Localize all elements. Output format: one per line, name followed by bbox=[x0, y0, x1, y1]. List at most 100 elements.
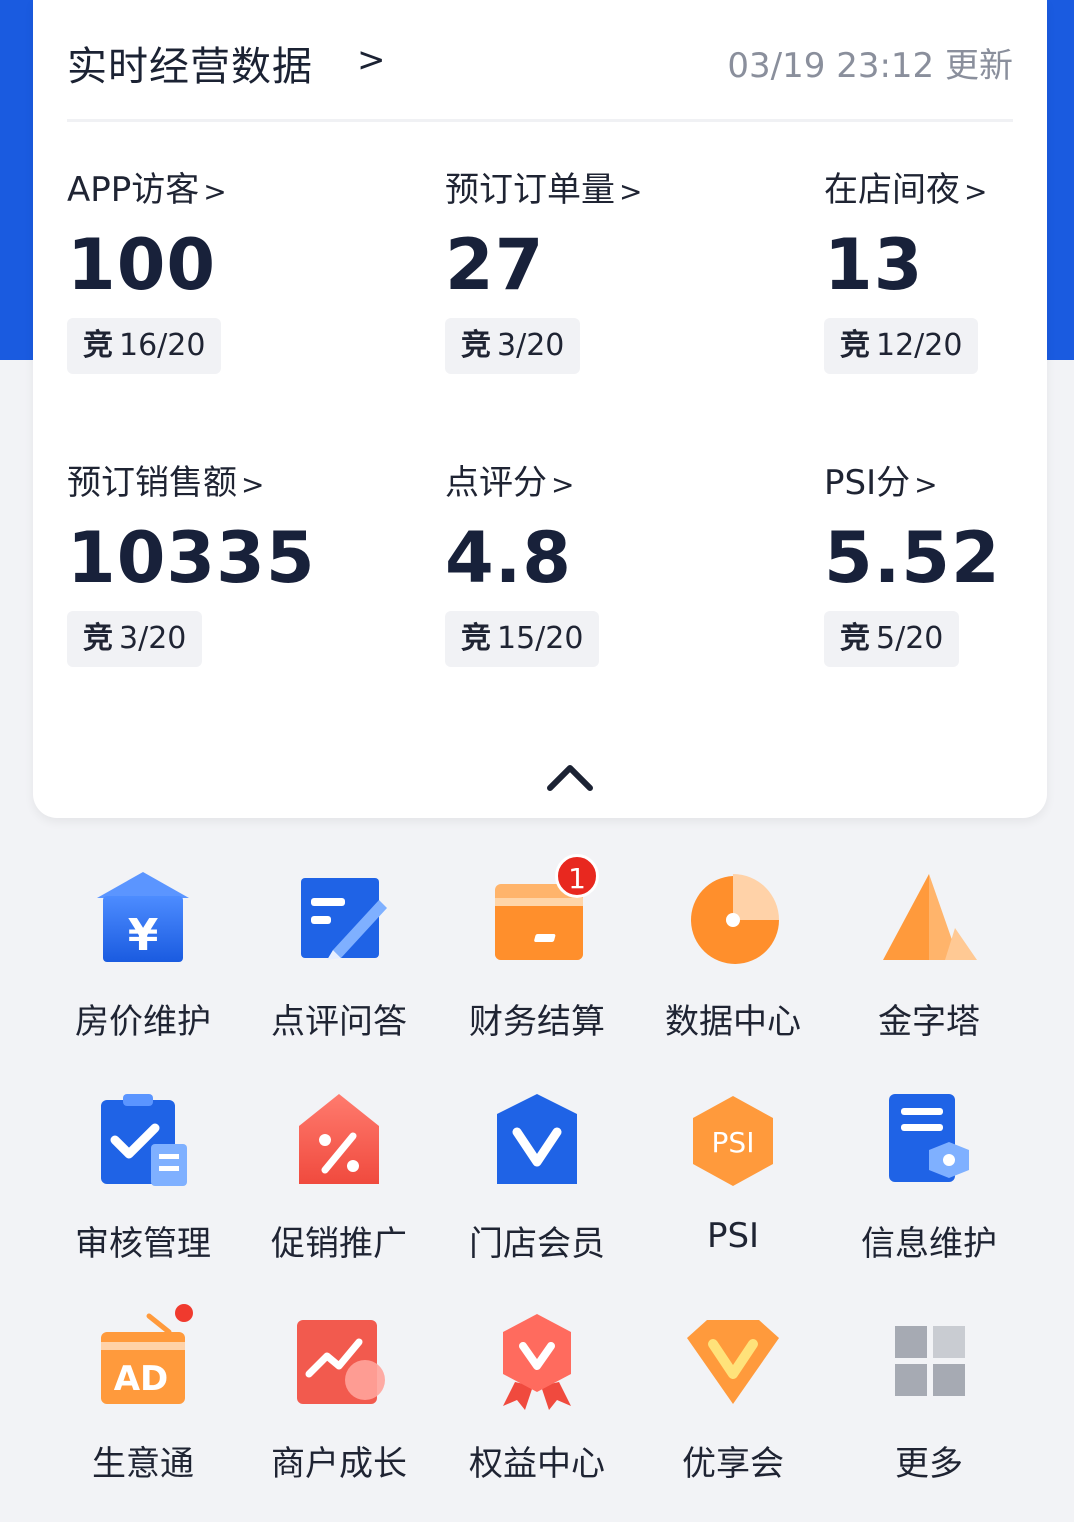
competitor-rank-badge: 竞 12/20 bbox=[824, 318, 979, 374]
pyramid-icon bbox=[883, 874, 977, 960]
competitor-rank-badge: 竞 3/20 bbox=[67, 611, 203, 667]
metric-label: 预订订单量 > bbox=[445, 162, 642, 211]
grid-label: 点评问答 bbox=[271, 1002, 407, 1042]
competitor-rank-badge: 竞 16/20 bbox=[67, 318, 222, 374]
chevron-right-icon: > bbox=[551, 468, 575, 501]
grid-item-data-center[interactable]: 数据中心 bbox=[635, 870, 831, 1060]
discount-tag-icon bbox=[299, 1094, 379, 1184]
metric-value: 5.52 bbox=[824, 517, 1001, 599]
metric-booking-orders[interactable]: 预订订单量 > 27 竞 3/20 bbox=[445, 162, 765, 402]
grid-item-vip-club[interactable]: 优享会 bbox=[635, 1312, 831, 1502]
ad-radio-icon: AD bbox=[101, 1313, 185, 1404]
metric-value: 13 bbox=[824, 224, 924, 306]
info-settings-icon bbox=[889, 1094, 969, 1182]
house-yen-icon: ¥ bbox=[97, 872, 189, 962]
metric-label-text: APP访客 bbox=[67, 170, 200, 210]
grid-label: 信息维护 bbox=[861, 1224, 997, 1264]
grid-label: 更多 bbox=[895, 1444, 963, 1484]
grid-item-merchant-growth[interactable]: 商户成长 bbox=[241, 1312, 437, 1502]
grid-item-price-maintenance[interactable]: ¥ 房价维护 bbox=[45, 870, 241, 1060]
chevron-right-icon: > bbox=[357, 40, 386, 80]
psi-icon-text: PSI bbox=[712, 1126, 755, 1159]
realtime-business-card: 实时经营数据 > 03/19 23:12 更新 APP访客 > 100 竞 16/2… bbox=[33, 0, 1047, 818]
grid-label: 生意通 bbox=[92, 1444, 194, 1484]
chevron-up-icon[interactable] bbox=[540, 758, 600, 798]
metric-room-nights[interactable]: 在店间夜 > 13 竞 12/20 bbox=[824, 162, 1074, 402]
grid-item-rights-center[interactable]: 权益中心 bbox=[439, 1312, 635, 1502]
grid-label: 权益中心 bbox=[469, 1444, 605, 1484]
member-shield-icon bbox=[497, 1094, 577, 1184]
metric-label-text: 点评分 bbox=[445, 463, 547, 503]
metric-label: 预订销售额 > bbox=[67, 455, 264, 504]
grid-item-business-tool[interactable]: AD 生意通 bbox=[45, 1304, 241, 1502]
competitor-rank-badge: 竞 15/20 bbox=[445, 611, 600, 667]
metric-label-text: 预订订单量 bbox=[445, 170, 615, 210]
notification-dot bbox=[175, 1304, 193, 1322]
grid-item-review-qa[interactable]: 点评问答 bbox=[241, 870, 437, 1060]
chevron-right-icon: > bbox=[203, 175, 227, 208]
growth-chart-icon bbox=[297, 1320, 385, 1404]
more-grid-icon bbox=[895, 1326, 965, 1396]
badge-rank: 5/20 bbox=[876, 621, 944, 656]
grid-label: PSI bbox=[706, 1216, 760, 1256]
metric-value: 27 bbox=[445, 224, 545, 306]
metric-booking-sales[interactable]: 预订销售额 > 10335 竞 3/20 bbox=[67, 455, 387, 695]
badge-rank: 3/20 bbox=[119, 621, 187, 656]
metric-label-text: 预订销售额 bbox=[67, 463, 237, 503]
grid-item-info-maintenance[interactable]: 信息维护 bbox=[831, 1092, 1027, 1282]
metric-review-score[interactable]: 点评分 > 4.8 竞 15/20 bbox=[445, 455, 765, 695]
chevron-right-icon: > bbox=[914, 468, 938, 501]
update-timestamp: 03/19 23:12 更新 bbox=[727, 46, 1013, 86]
badge-prefix: 竞 bbox=[83, 328, 113, 363]
grid-label: 数据中心 bbox=[665, 1002, 801, 1042]
review-edit-icon bbox=[301, 878, 387, 960]
metric-label: 点评分 > bbox=[445, 455, 574, 504]
badge-prefix: 竞 bbox=[461, 621, 491, 656]
badge-rank: 3/20 bbox=[497, 328, 565, 363]
grid-label: 财务结算 bbox=[469, 1002, 605, 1042]
grid-item-store-members[interactable]: 门店会员 bbox=[439, 1092, 635, 1282]
badge-prefix: 竞 bbox=[840, 621, 870, 656]
metric-label: APP访客 > bbox=[67, 162, 227, 211]
grid-item-promotion[interactable]: 促销推广 bbox=[241, 1092, 437, 1282]
grid-label: 金字塔 bbox=[878, 1002, 980, 1042]
ad-icon-text: AD bbox=[114, 1359, 169, 1399]
vip-diamond-icon bbox=[687, 1320, 779, 1404]
grid-item-more[interactable]: 更多 bbox=[831, 1312, 1027, 1502]
rights-medal-icon bbox=[503, 1314, 571, 1410]
metric-label-text: 在店间夜 bbox=[824, 170, 960, 210]
card-title: 实时经营数据 bbox=[67, 44, 313, 90]
grid-label: 审核管理 bbox=[75, 1224, 211, 1264]
grid-label: 商户成长 bbox=[271, 1444, 407, 1484]
notification-count-badge: 1 bbox=[555, 854, 599, 898]
metric-value: 100 bbox=[67, 224, 217, 306]
metric-label-text: PSI分 bbox=[824, 463, 911, 503]
badge-prefix: 竞 bbox=[461, 328, 491, 363]
badge-prefix: 竞 bbox=[840, 328, 870, 363]
metric-psi-score[interactable]: PSI分 > 5.52 竞 5/20 bbox=[824, 455, 1074, 695]
grid-label: 门店会员 bbox=[469, 1224, 605, 1264]
grid-item-review-management[interactable]: 审核管理 bbox=[45, 1092, 241, 1282]
card-header[interactable]: 实时经营数据 > 03/19 23:12 更新 bbox=[67, 30, 1013, 90]
grid-label: 优享会 bbox=[682, 1444, 784, 1484]
grid-item-psi[interactable]: PSI PSI bbox=[635, 1092, 831, 1282]
badge-rank: 12/20 bbox=[876, 328, 963, 363]
pie-chart-icon bbox=[691, 874, 779, 964]
badge-rank: 16/20 bbox=[119, 328, 206, 363]
chevron-right-icon: > bbox=[619, 175, 643, 208]
metric-value: 4.8 bbox=[445, 517, 573, 599]
chevron-right-icon: > bbox=[241, 468, 265, 501]
competitor-rank-badge: 竞 5/20 bbox=[824, 611, 960, 667]
badge-rank: 15/20 bbox=[497, 621, 584, 656]
metric-label: 在店间夜 > bbox=[824, 162, 987, 211]
psi-hexagon-icon: PSI bbox=[693, 1096, 773, 1186]
badge-prefix: 竞 bbox=[83, 621, 113, 656]
grid-item-finance-settlement[interactable]: 1 财务结算 bbox=[439, 854, 635, 1060]
grid-label: 促销推广 bbox=[271, 1224, 407, 1264]
grid-label: 房价维护 bbox=[75, 1002, 211, 1042]
grid-item-pyramid[interactable]: 金字塔 bbox=[831, 870, 1027, 1060]
metric-value: 10335 bbox=[67, 517, 316, 599]
chevron-right-icon: > bbox=[964, 175, 988, 208]
metric-label: PSI分 > bbox=[824, 455, 938, 504]
metric-app-visitors[interactable]: APP访客 > 100 竞 16/20 bbox=[67, 162, 387, 402]
